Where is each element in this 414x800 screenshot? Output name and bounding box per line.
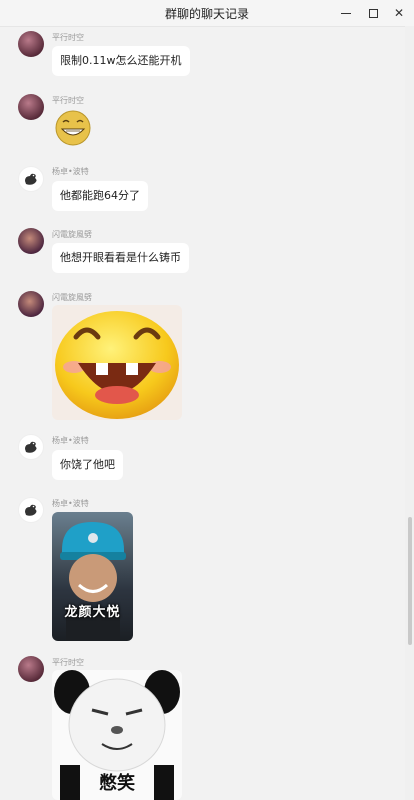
duck-avatar-icon (25, 441, 37, 453)
message-bubble[interactable]: 限制0.11w怎么还能开机 (52, 46, 190, 76)
avatar[interactable] (18, 228, 44, 254)
avatar[interactable] (18, 656, 44, 682)
sender-name: 平行时空 (52, 33, 84, 42)
driver-photo-image[interactable]: 龙颜大悦 (52, 512, 133, 641)
sticker-caption: 憋笑 (99, 773, 135, 794)
sender-name: 杨卓•波特 (52, 499, 89, 508)
scrollbar-thumb[interactable] (408, 517, 412, 645)
sender-name: 杨卓•波特 (52, 436, 89, 445)
sender-name: 平行时空 (52, 96, 84, 105)
duck-avatar-icon (25, 504, 37, 516)
message-bubble[interactable]: 他都能跑64分了 (52, 181, 148, 211)
chat-history-window: 群聊的聊天记录 ✕ 平行时空 限制0.11w怎么还能开机 平行时空 杨卓•波特 (0, 0, 414, 800)
minimize-button[interactable] (333, 0, 359, 26)
photo-caption: 龙颜大悦 (64, 605, 121, 620)
big-laughing-emoji-sticker[interactable] (52, 305, 182, 420)
close-button[interactable]: ✕ (386, 0, 412, 26)
scrollbar-track[interactable] (405, 26, 414, 800)
sender-name: 杨卓•波特 (52, 167, 89, 176)
panda-meme-sticker[interactable]: 憋笑 (52, 670, 182, 800)
title-bar: 群聊的聊天记录 ✕ (0, 0, 414, 27)
message-bubble[interactable]: 他想开眼看看是什么铸币 (52, 243, 189, 273)
avatar[interactable] (18, 31, 44, 57)
message-bubble[interactable]: 你饶了他吧 (52, 450, 123, 480)
minimize-icon (341, 12, 351, 14)
avatar[interactable] (18, 291, 44, 317)
maximize-icon (368, 8, 378, 18)
grinning-face-sticker[interactable] (52, 107, 94, 149)
avatar[interactable] (18, 166, 44, 192)
sender-name: 平行时空 (52, 658, 84, 667)
avatar[interactable] (18, 497, 44, 523)
avatar[interactable] (18, 434, 44, 460)
close-icon: ✕ (393, 6, 405, 20)
avatar[interactable] (18, 94, 44, 120)
sender-name: 闪電旋風劈 (52, 293, 92, 302)
duck-avatar-icon (25, 173, 37, 185)
maximize-button[interactable] (360, 0, 386, 26)
sender-name: 闪電旋風劈 (52, 230, 92, 239)
